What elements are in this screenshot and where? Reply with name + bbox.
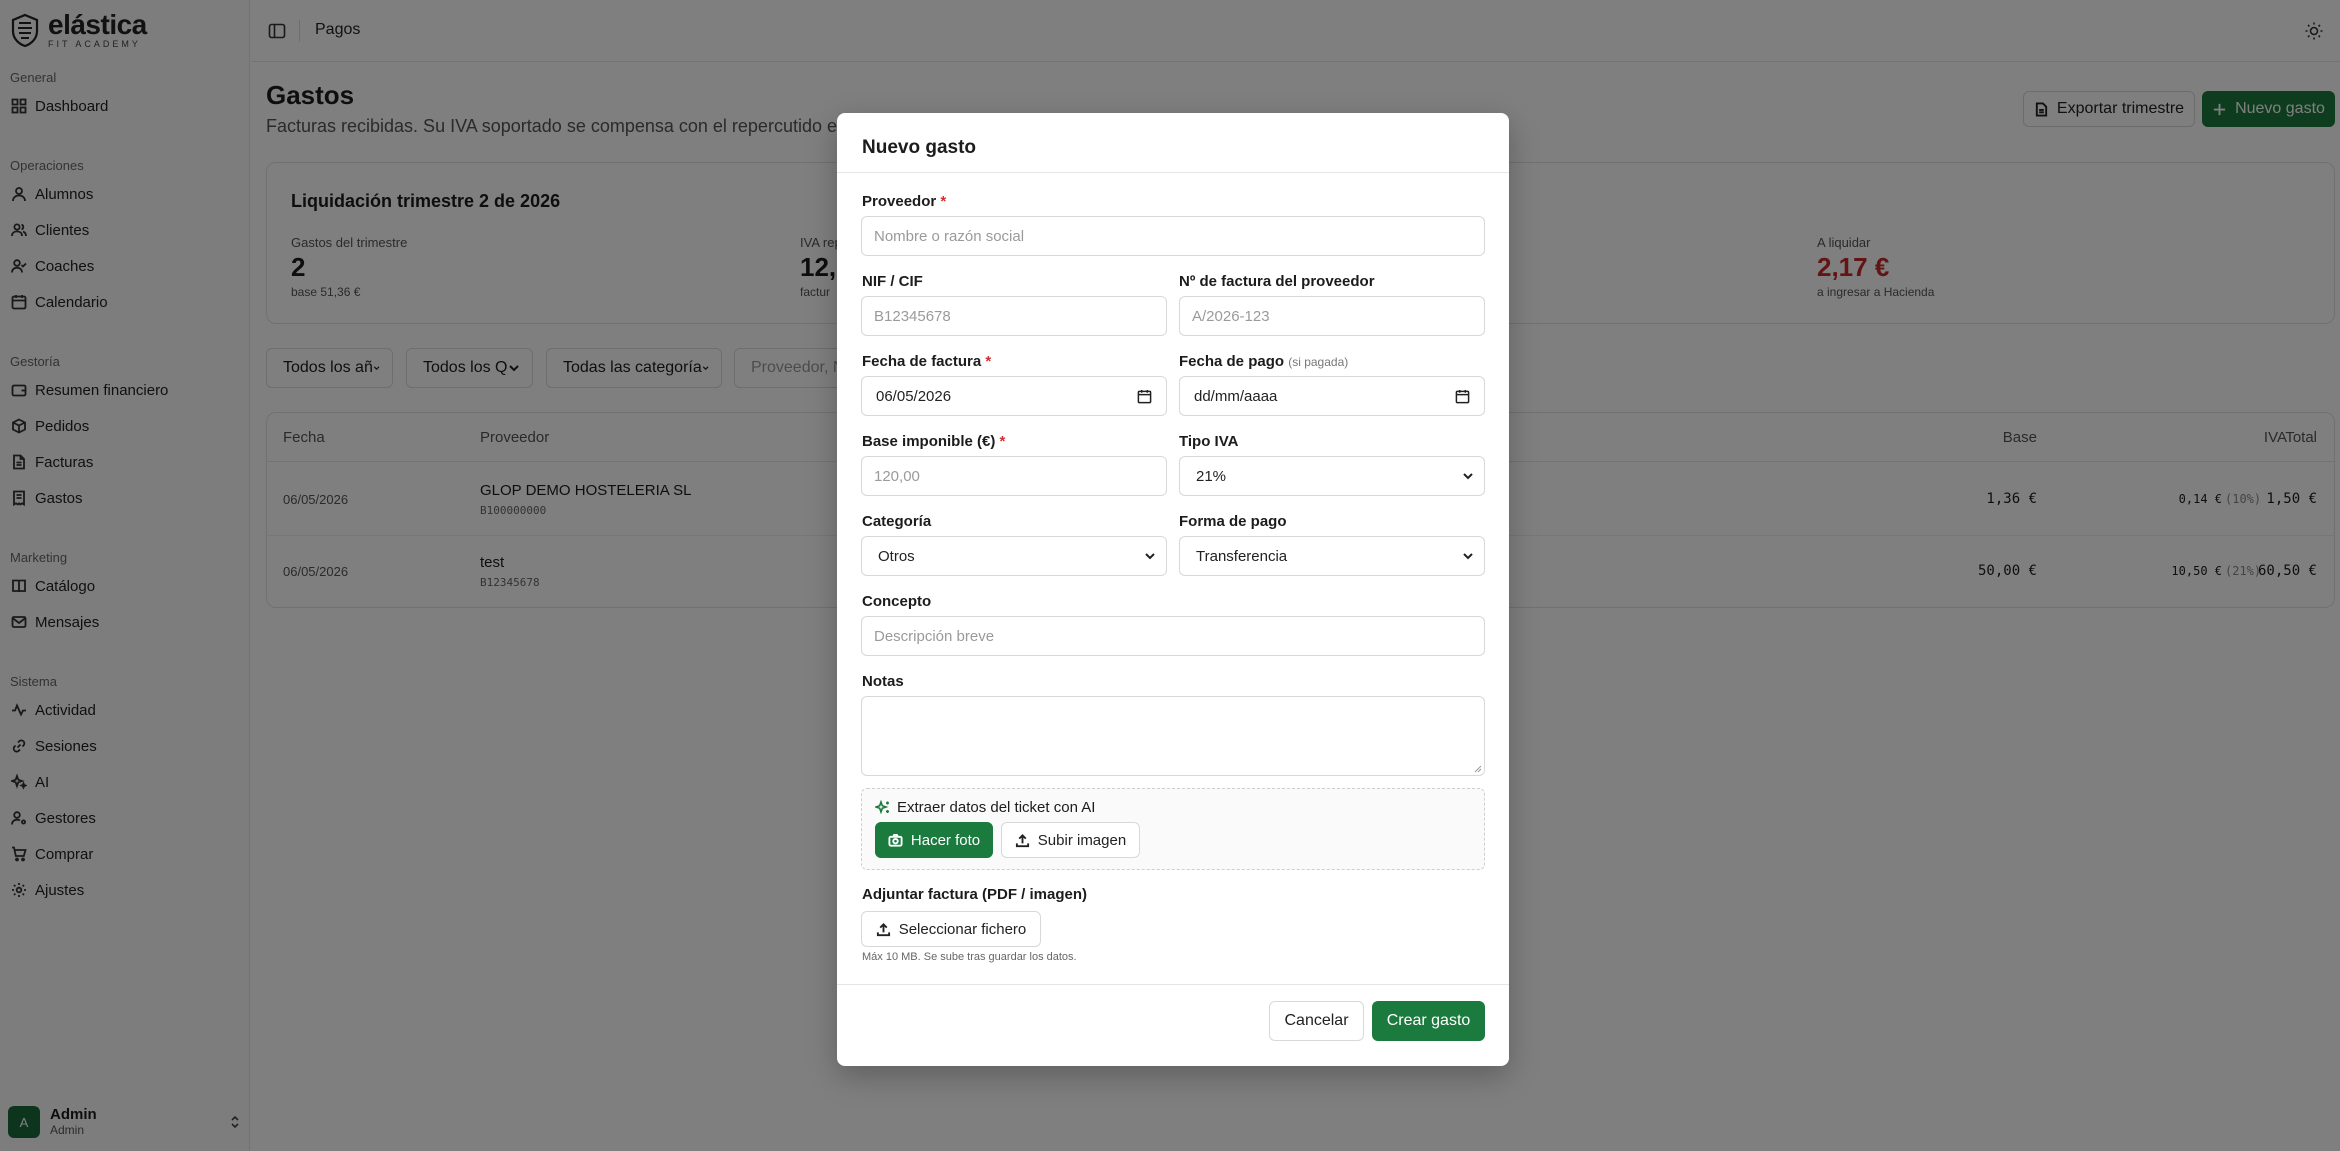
category-select[interactable]: Otros bbox=[861, 536, 1167, 576]
proveedor-input[interactable]: Nombre o razón social bbox=[861, 216, 1485, 256]
category-label: Categoría bbox=[862, 513, 932, 530]
vat-type-value: 21% bbox=[1196, 467, 1227, 485]
upload-image-button[interactable]: Subir imagen bbox=[1001, 822, 1140, 858]
invoice-number-input[interactable]: A/2026-123 bbox=[1179, 296, 1485, 336]
new-expense-dialog: Nuevo gasto Proveedor * Nombre o razón s… bbox=[837, 113, 1509, 1066]
required-mark: * bbox=[999, 433, 1006, 450]
payment-date-label: Fecha de pago (si pagada) bbox=[1179, 353, 1348, 370]
proveedor-label: Proveedor * bbox=[862, 193, 946, 210]
chevron-down-icon bbox=[1463, 553, 1473, 560]
resize-grip-icon[interactable] bbox=[1474, 765, 1482, 773]
cancel-button[interactable]: Cancelar bbox=[1269, 1001, 1364, 1041]
concept-input[interactable]: Descripción breve bbox=[861, 616, 1485, 656]
proveedor-label-text: Proveedor bbox=[862, 193, 937, 210]
upload-icon bbox=[1015, 833, 1029, 847]
nif-input[interactable]: B12345678 bbox=[861, 296, 1167, 336]
ai-extract-title-text: Extraer datos del ticket con AI bbox=[897, 799, 1096, 816]
take-photo-label: Hacer foto bbox=[910, 831, 981, 849]
dialog-header-divider bbox=[837, 172, 1509, 173]
required-mark: * bbox=[940, 193, 947, 210]
dialog-footer-divider bbox=[837, 984, 1509, 985]
required-mark: * bbox=[985, 353, 992, 370]
payment-method-select[interactable]: Transferencia bbox=[1179, 536, 1485, 576]
calendar-icon[interactable] bbox=[1137, 389, 1152, 404]
vat-type-label: Tipo IVA bbox=[1179, 433, 1239, 450]
category-value: Otros bbox=[878, 547, 915, 565]
payment-date-label-text: Fecha de pago bbox=[1179, 353, 1285, 370]
base-label: Base imponible (€) * bbox=[862, 433, 1005, 450]
notes-label: Notas bbox=[862, 673, 904, 690]
attach-size-note: Máx 10 MB. Se sube tras guardar los dato… bbox=[862, 951, 1077, 963]
payment-date-input[interactable]: dd/mm/aaaa bbox=[1179, 376, 1485, 416]
invoice-date-value: 06/05/2026 bbox=[876, 387, 952, 405]
invoice-date-label-text: Fecha de factura bbox=[862, 353, 982, 370]
calendar-icon[interactable] bbox=[1455, 389, 1470, 404]
attach-label: Adjuntar factura (PDF / imagen) bbox=[862, 886, 1088, 903]
vat-type-select[interactable]: 21% bbox=[1179, 456, 1485, 496]
invoice-date-label: Fecha de factura * bbox=[862, 353, 991, 370]
ai-extract-panel: Extraer datos del ticket con AI Hacer fo… bbox=[861, 788, 1485, 870]
select-file-label: Seleccionar fichero bbox=[898, 920, 1027, 938]
ai-extract-title: Extraer datos del ticket con AI bbox=[875, 799, 1095, 816]
upload-icon bbox=[876, 922, 890, 936]
base-input[interactable]: 120,00 bbox=[861, 456, 1167, 496]
payment-date-hint: (si pagada) bbox=[1288, 355, 1349, 369]
create-expense-button[interactable]: Crear gasto bbox=[1372, 1001, 1485, 1041]
upload-image-label: Subir imagen bbox=[1037, 831, 1127, 849]
sparkles-icon bbox=[875, 799, 889, 814]
invoice-number-label: Nº de factura del proveedor bbox=[1179, 273, 1375, 290]
notes-textarea[interactable] bbox=[861, 696, 1485, 776]
nif-label: NIF / CIF bbox=[862, 273, 923, 290]
dialog-title: Nuevo gasto bbox=[862, 137, 977, 158]
payment-method-label: Forma de pago bbox=[1179, 513, 1287, 530]
invoice-date-input[interactable]: 06/05/2026 bbox=[861, 376, 1167, 416]
payment-method-value: Transferencia bbox=[1196, 547, 1288, 565]
payment-date-placeholder: dd/mm/aaaa bbox=[1194, 387, 1278, 405]
base-label-text: Base imponible (€) bbox=[862, 433, 996, 450]
chevron-down-icon bbox=[1145, 553, 1155, 560]
select-file-button[interactable]: Seleccionar fichero bbox=[861, 911, 1041, 947]
concept-label: Concepto bbox=[862, 593, 932, 610]
camera-icon bbox=[888, 833, 903, 847]
chevron-down-icon bbox=[1463, 473, 1473, 480]
take-photo-button[interactable]: Hacer foto bbox=[875, 822, 993, 858]
